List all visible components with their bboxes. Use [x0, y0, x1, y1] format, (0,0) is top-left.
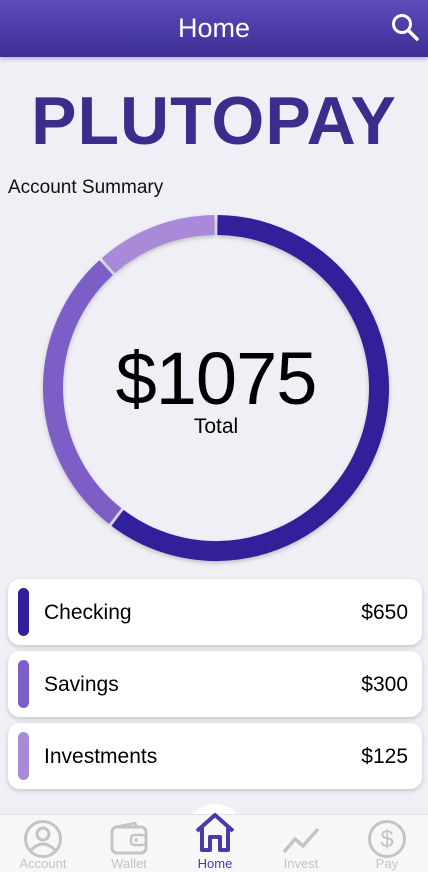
account-summary-chart: $1075 Total [40, 212, 392, 564]
wallet-icon [110, 821, 148, 855]
nav-label: Account [19, 856, 67, 871]
account-color-bar [18, 660, 29, 708]
account-icon [24, 820, 62, 858]
account-amount: $300 [361, 673, 408, 696]
total-amount: $1075 [115, 337, 318, 420]
nav-label: Pay [375, 856, 399, 871]
svg-text:$: $ [380, 826, 393, 853]
nav-item-account[interactable]: Account [0, 815, 86, 872]
account-amount: $650 [361, 601, 408, 624]
bottom-nav: Account Wallet Home Invest $ Pay [0, 813, 428, 872]
brand-logo-text: PLUTOPAY [31, 83, 397, 159]
nav-label: Home [197, 856, 233, 871]
page-title: Home [177, 13, 251, 43]
nav-item-home[interactable]: Home [172, 813, 258, 872]
nav-item-pay[interactable]: $ Pay [344, 815, 428, 872]
account-card-savings[interactable]: Savings $300 [8, 651, 422, 717]
app-bar: Home [0, 0, 428, 57]
account-amount: $125 [361, 745, 408, 768]
nav-label: Invest [283, 856, 319, 871]
invest-icon [282, 827, 320, 854]
total-label: Total [193, 415, 239, 438]
section-title: Account Summary [8, 177, 164, 198]
account-color-bar [18, 588, 29, 636]
account-name: Savings [44, 673, 119, 696]
account-name: Investments [44, 745, 158, 768]
donut-slice-investments [101, 215, 215, 274]
pay-icon: $ [368, 820, 406, 858]
account-color-bar [18, 732, 29, 780]
nav-item-wallet[interactable]: Wallet [86, 815, 172, 872]
nav-label: Wallet [111, 856, 147, 871]
account-card-checking[interactable]: Checking $650 [8, 579, 422, 645]
account-name: Checking [44, 601, 132, 624]
search-icon[interactable] [390, 12, 420, 42]
home-icon [195, 813, 235, 852]
nav-item-invest[interactable]: Invest [258, 815, 344, 872]
account-card-investments[interactable]: Investments $125 [8, 723, 422, 789]
